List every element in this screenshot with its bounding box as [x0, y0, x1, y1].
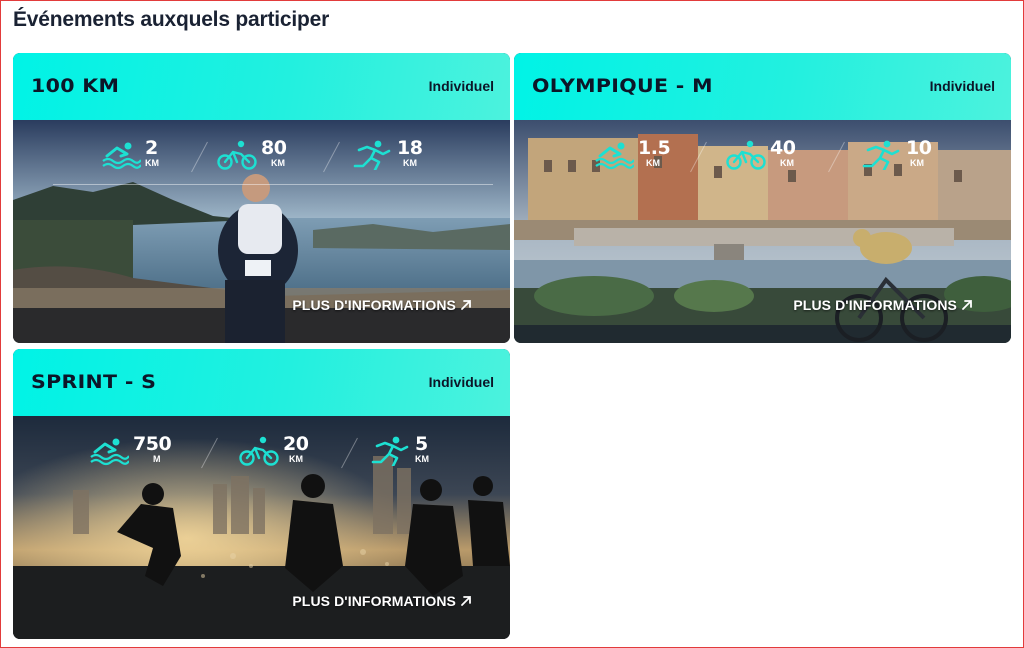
event-card-olympique[interactable]: OLYMPIQUE - M Individuel 1.5 KM 40 KM 10… — [514, 53, 1011, 343]
event-title: 100 KM — [31, 75, 120, 97]
stats-underline — [53, 184, 493, 185]
bike-distance: 40 — [770, 137, 796, 159]
arrow-up-right-icon — [962, 300, 972, 310]
run-unit: KM — [415, 454, 429, 464]
event-stats: 750 M 20 KM 5 KM — [13, 432, 510, 482]
section-title: Événements auxquels participer — [13, 8, 330, 31]
swim-distance: 750 — [133, 433, 172, 455]
more-info-label: PLUS D'INFORMATIONS — [793, 297, 957, 313]
swim-icon — [90, 438, 129, 466]
run-unit: KM — [403, 158, 417, 168]
card-header: 100 KM Individuel — [13, 53, 510, 120]
bike-distance: 80 — [261, 137, 287, 159]
run-distance: 18 — [397, 137, 423, 159]
bike-icon — [217, 140, 257, 170]
swim-distance: 1.5 — [638, 137, 671, 159]
event-card-100km[interactable]: 100 KM Individuel 2 KM 80 KM 18 KM PLUS … — [13, 53, 510, 343]
swim-icon — [102, 142, 141, 170]
bike-icon — [239, 436, 279, 466]
swim-unit: KM — [646, 158, 660, 168]
more-info-label: PLUS D'INFORMATIONS — [292, 593, 456, 609]
event-title: SPRINT - S — [31, 371, 157, 393]
event-title: OLYMPIQUE - M — [532, 75, 713, 97]
event-card-sprint[interactable]: SPRINT - S Individuel 750 M 20 KM 5 KM P… — [13, 349, 510, 639]
stat-divider — [341, 437, 358, 469]
stat-divider — [690, 141, 707, 173]
more-info-link[interactable]: PLUS D'INFORMATIONS — [292, 297, 472, 313]
bike-unit: KM — [289, 454, 303, 464]
card-header: SPRINT - S Individuel — [13, 349, 510, 416]
swim-unit: KM — [145, 158, 159, 168]
card-header: OLYMPIQUE - M Individuel — [514, 53, 1011, 120]
stat-divider — [191, 141, 208, 173]
event-type: Individuel — [428, 374, 494, 390]
stat-divider — [201, 437, 218, 469]
bike-unit: KM — [780, 158, 794, 168]
more-info-label: PLUS D'INFORMATIONS — [292, 297, 456, 313]
event-type: Individuel — [428, 78, 494, 94]
event-type: Individuel — [929, 78, 995, 94]
bike-distance: 20 — [283, 433, 309, 455]
event-photo: 2 KM 80 KM 18 KM PLUS D'INFORMATIONS — [13, 120, 510, 343]
bike-icon — [726, 140, 766, 170]
swim-icon — [595, 142, 634, 170]
bike-unit: KM — [271, 158, 285, 168]
event-photo: 750 M 20 KM 5 KM PLUS D'INFORMATIONS — [13, 416, 510, 639]
stat-divider — [828, 141, 845, 173]
run-icon — [353, 140, 391, 170]
run-distance: 10 — [906, 137, 932, 159]
arrow-up-right-icon — [461, 300, 471, 310]
event-photo: 1.5 KM 40 KM 10 KM PLUS D'INFORMATIONS — [514, 120, 1011, 343]
run-unit: KM — [910, 158, 924, 168]
run-distance: 5 — [415, 433, 428, 455]
run-icon — [862, 140, 900, 170]
swim-unit: M — [153, 454, 161, 464]
run-icon — [371, 436, 409, 466]
arrow-up-right-icon — [461, 596, 471, 606]
event-stats: 1.5 KM 40 KM 10 KM — [514, 136, 1011, 186]
swim-distance: 2 — [145, 137, 158, 159]
event-stats: 2 KM 80 KM 18 KM — [13, 136, 510, 186]
stat-divider — [323, 141, 340, 173]
more-info-link[interactable]: PLUS D'INFORMATIONS — [793, 297, 973, 313]
more-info-link[interactable]: PLUS D'INFORMATIONS — [292, 593, 472, 609]
